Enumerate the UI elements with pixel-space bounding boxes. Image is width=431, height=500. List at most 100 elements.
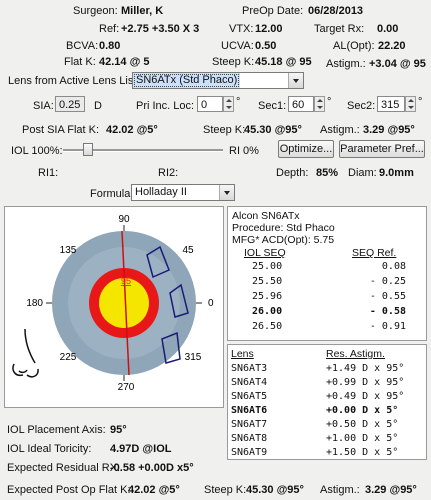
expected-residual-value: -0.58 +0.00D x5° bbox=[110, 462, 194, 474]
chevron-down-icon bbox=[219, 185, 234, 200]
seq-ref-value: 0.08 bbox=[381, 261, 406, 272]
iol-placement-axis-value: 95° bbox=[110, 424, 127, 436]
ref-label: Ref: bbox=[99, 23, 120, 35]
formula-select-value: Holladay II bbox=[135, 186, 187, 198]
toric-res-astigm: +1.50 D x 5° bbox=[326, 447, 399, 458]
diam-label: Diam: bbox=[348, 167, 377, 179]
sia-unit: D bbox=[94, 100, 102, 112]
flat-k-label: Flat K: bbox=[64, 56, 96, 68]
al-label: AL(Opt): bbox=[333, 40, 375, 52]
angle-0: 0 bbox=[208, 298, 214, 309]
toric-res-astigm: +0.00 D x 5° bbox=[326, 405, 399, 416]
preop-date-label: PreOp Date: bbox=[242, 5, 304, 17]
iol-ideal-toricity-label: IOL Ideal Toricity: bbox=[7, 443, 92, 455]
angle-225: 225 bbox=[60, 352, 77, 363]
al-value: 22.20 bbox=[378, 40, 406, 52]
lens-list-label: Lens from Active Lens List: bbox=[8, 75, 140, 87]
nose-icon bbox=[12, 328, 39, 378]
bcva-value: 0.80 bbox=[99, 40, 121, 52]
preop-date-value: 06/28/2013 bbox=[308, 5, 364, 17]
angle-90: 90 bbox=[118, 214, 130, 225]
slider-thumb[interactable] bbox=[83, 143, 93, 156]
sec2-deg-symbol: ° bbox=[418, 96, 423, 108]
sec2-stepper[interactable] bbox=[405, 96, 416, 112]
sec1-deg-symbol: ° bbox=[327, 96, 332, 108]
pri-inc-loc-input[interactable]: 0 bbox=[197, 96, 223, 112]
post-sia-astig-value: 3.29 @95° bbox=[363, 124, 415, 136]
flat-k-value: 42.14 @ 5 bbox=[99, 56, 150, 68]
sia-label: SIA: bbox=[33, 100, 54, 112]
iol-percent-label: IOL 100%: bbox=[11, 145, 63, 157]
sia-input[interactable]: 0.25 bbox=[55, 96, 85, 112]
res-astigm-header: Res. Astigm. bbox=[326, 348, 385, 360]
seq-iol-value: 26.00 bbox=[252, 306, 283, 317]
post-sia-astig-label: Astigm.: bbox=[320, 124, 360, 136]
lens-header: Lens bbox=[231, 348, 254, 360]
expected-residual-label: Expected Residual RX: bbox=[7, 462, 121, 474]
post-op-flat-k-value: 42.02 @5° bbox=[128, 484, 180, 496]
ri1-label: RI1: bbox=[38, 167, 59, 179]
lens-model: Alcon SN6ATx bbox=[232, 210, 300, 222]
post-sia-flat-k-value: 42.02 @5° bbox=[106, 124, 158, 136]
diam-value: 9.0mm bbox=[379, 167, 414, 179]
astig-label: Astigm.: bbox=[326, 58, 366, 70]
parameter-pref-button[interactable]: Parameter Pref... bbox=[339, 140, 425, 158]
sec2-label: Sec2: bbox=[347, 100, 376, 112]
sec1-label: Sec1: bbox=[258, 100, 287, 112]
ucva-label: UCVA: bbox=[221, 40, 254, 52]
post-sia-flat-k-label: Post SIA Flat K: bbox=[22, 124, 100, 136]
sec1-input[interactable]: 60 bbox=[288, 96, 314, 112]
sec1-stepper[interactable] bbox=[314, 96, 325, 112]
seq-ref-value: - 0.91 bbox=[369, 321, 406, 332]
seq-iol-value: 25.96 bbox=[252, 291, 283, 302]
depth-value: 85% bbox=[316, 167, 339, 179]
angle-315: 315 bbox=[185, 352, 202, 363]
surgeon-label: Surgeon: bbox=[73, 5, 118, 17]
acd-text: MFG* ACD(Opt): 5.75 bbox=[232, 234, 335, 246]
toric-lens-panel: Lens Res. Astigm. SN6AT3 +1.49 D x 95° SN6… bbox=[227, 344, 427, 460]
sec2-input[interactable]: 315 bbox=[377, 96, 405, 112]
depth-label: Depth: bbox=[276, 167, 309, 179]
iol-ideal-toricity-value: 4.97D @IOL bbox=[110, 443, 172, 455]
toric-lens-name: SN6AT7 bbox=[231, 419, 268, 430]
toric-lens-name: SN6AT5 bbox=[231, 391, 268, 402]
angle-45: 45 bbox=[182, 245, 194, 256]
pri-inc-loc-stepper[interactable] bbox=[223, 96, 234, 112]
eye-diagram: 90 45 135 180 0 225 315 270 95 bbox=[12, 214, 214, 393]
ucva-value: 0.50 bbox=[255, 40, 277, 52]
ri2-label: RI2: bbox=[158, 167, 179, 179]
toric-lens-name: SN6AT8 bbox=[231, 433, 268, 444]
toric-lens-name: SN6AT6 bbox=[231, 405, 268, 416]
pri-deg-symbol: ° bbox=[236, 96, 241, 108]
iol-ri-slider[interactable] bbox=[63, 143, 223, 156]
optimize-button[interactable]: Optimize... bbox=[278, 140, 334, 158]
toric-lens-name: SN6AT9 bbox=[231, 447, 268, 458]
astig-value: +3.04 @ 95 bbox=[369, 58, 426, 70]
post-op-steep-k-value: 45.30 @95° bbox=[246, 484, 304, 496]
seq-iol-value: 25.50 bbox=[252, 276, 283, 287]
target-rx-label: Target Rx: bbox=[314, 23, 365, 35]
lens-select[interactable]: SN6ATx (Std Phaco) bbox=[132, 72, 304, 89]
post-op-astig-value: 3.29 @95° bbox=[365, 484, 417, 496]
toric-lens-name: SN6AT3 bbox=[231, 363, 268, 374]
pri-inc-loc-label: Pri Inc. Loc: bbox=[136, 100, 195, 112]
lens-select-value: SN6ATx (Std Phaco) bbox=[133, 73, 241, 88]
formula-label: Formula: bbox=[90, 188, 134, 200]
axis-95-label: 95 bbox=[121, 276, 131, 286]
post-sia-steep-k-value: 45.30 @95° bbox=[244, 124, 302, 136]
seq-ref-header: SEQ Ref. bbox=[352, 247, 397, 259]
toric-res-astigm: +1.00 D x 5° bbox=[326, 433, 399, 444]
post-op-steep-k-label: Steep K: bbox=[204, 484, 247, 496]
eye-diagram-panel: 90 45 135 180 0 225 315 270 95 bbox=[4, 206, 224, 408]
post-op-flat-k-label: Expected Post Op Flat K: bbox=[7, 484, 131, 496]
angle-180: 180 bbox=[26, 298, 43, 309]
seq-ref-value: - 0.58 bbox=[369, 306, 406, 317]
toric-res-astigm: +0.49 D x 95° bbox=[326, 391, 405, 402]
ref-value: +2.75 +3.50 X 3 bbox=[121, 23, 200, 35]
seq-iol-value: 26.50 bbox=[252, 321, 283, 332]
formula-select[interactable]: Holladay II bbox=[131, 184, 235, 201]
lens-info-panel: Alcon SN6ATx Procedure: Std Phaco MFG* A… bbox=[227, 206, 427, 341]
target-rx-value: 0.00 bbox=[377, 23, 399, 35]
iol-seq-header: IOL SEQ bbox=[244, 247, 286, 259]
seq-iol-value: 25.00 bbox=[252, 261, 283, 272]
